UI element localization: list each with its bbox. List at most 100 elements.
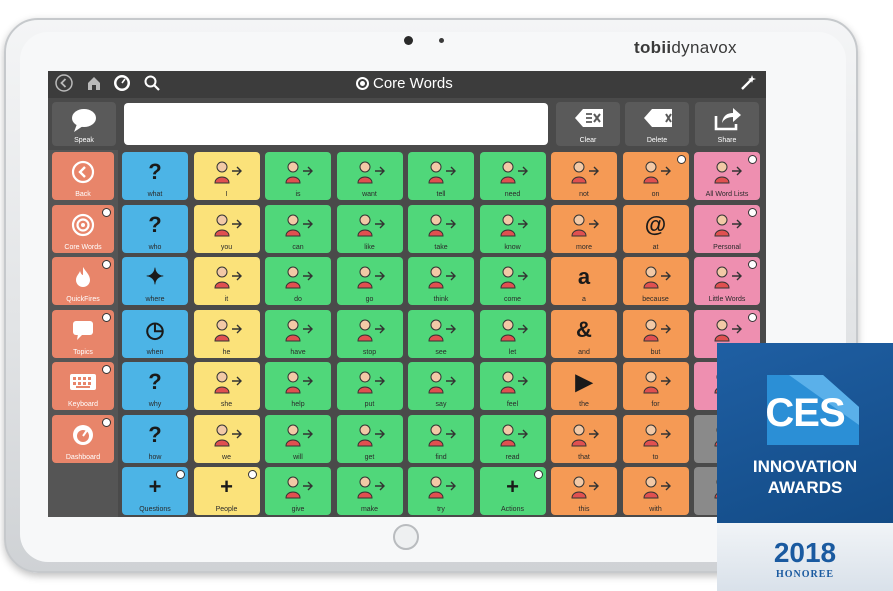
word-button-questions[interactable]: + Questions [122, 467, 188, 515]
ces-award-badge: CES INNOVATION AWARDS 2018 HONOREE [717, 343, 893, 591]
word-button-tell[interactable]: tell [408, 152, 474, 200]
clear-button[interactable]: Clear [556, 102, 620, 146]
home-icon[interactable] [84, 74, 104, 94]
word-button-to[interactable]: to [622, 414, 689, 463]
edit-wand-icon[interactable] [738, 74, 758, 94]
word-label: I [225, 191, 228, 198]
word-button-how[interactable]: ? how [122, 414, 188, 463]
word-button-little-words[interactable]: Little Words [694, 257, 760, 305]
word-button-can[interactable]: can [265, 204, 331, 253]
word-button-he[interactable]: he [193, 309, 260, 358]
word-label: like [364, 243, 375, 251]
word-button-we[interactable]: we [193, 414, 260, 463]
search-icon[interactable] [142, 74, 162, 94]
dashboard-icon[interactable] [112, 74, 132, 94]
word-picture-icon [408, 420, 474, 450]
brand-logo: tobiidynavox [634, 38, 737, 57]
word-label: for [651, 401, 660, 408]
word-label: give [291, 506, 305, 513]
word-button-know[interactable]: know [479, 204, 546, 253]
word-button-help[interactable]: help [265, 362, 331, 410]
word-picture-icon [194, 262, 260, 292]
word-button-will[interactable]: will [265, 414, 331, 463]
message-bar[interactable] [124, 103, 548, 145]
word-button-have[interactable]: have [265, 309, 331, 358]
word-button-is[interactable]: is [265, 152, 331, 200]
word-button-you[interactable]: you [193, 204, 260, 253]
word-label: help [291, 401, 305, 408]
word-picture-icon [551, 420, 617, 450]
word-button-on[interactable]: on [622, 152, 689, 200]
word-label: stop [362, 348, 377, 356]
word-button-get[interactable]: get [336, 414, 403, 463]
word-button-feel[interactable]: feel [479, 362, 546, 410]
tablet-home-button[interactable] [393, 524, 419, 550]
word-button-actions[interactable]: + Actions [479, 467, 546, 515]
word-button-because[interactable]: because [622, 257, 689, 305]
word-button-personal[interactable]: Personal [694, 204, 760, 253]
word-label: Personal [713, 243, 741, 251]
sidebar-item-dashboard[interactable]: Dashboard [52, 414, 114, 463]
delete-button[interactable]: Delete [625, 102, 689, 146]
word-label: take [434, 243, 448, 251]
sidebar-item-keyboard[interactable]: Keyboard [52, 362, 114, 410]
word-picture-icon [337, 315, 403, 345]
word-button-who[interactable]: ? who [122, 204, 188, 253]
sidebar-item-topics[interactable]: Topics [52, 309, 114, 358]
word-button-let[interactable]: let [479, 309, 546, 358]
word-button-put[interactable]: put [336, 362, 403, 410]
word-button-see[interactable]: see [408, 309, 474, 358]
word-button-stop[interactable]: stop [336, 309, 403, 358]
word-button-that[interactable]: that [551, 414, 617, 463]
share-button[interactable]: Share [695, 102, 759, 146]
word-button-come[interactable]: come [479, 257, 546, 305]
word-button-need[interactable]: need [479, 152, 546, 200]
light-sensor [439, 38, 444, 43]
word-button-find[interactable]: find [408, 414, 474, 463]
back-arrow-icon[interactable] [54, 74, 74, 94]
word-button-do[interactable]: do [265, 257, 331, 305]
word-button-this[interactable]: this [551, 467, 617, 515]
share-icon [714, 108, 741, 131]
word-button-when[interactable]: ◷ when [122, 309, 188, 358]
word-button-i[interactable]: I [193, 152, 260, 200]
word-picture-icon [408, 315, 474, 345]
word-button-think[interactable]: think [408, 257, 474, 305]
sidebar-item-label: Core Words [64, 243, 102, 251]
word-button-try[interactable]: try [408, 467, 474, 515]
word-button-say[interactable]: say [408, 362, 474, 410]
word-button-with[interactable]: with [622, 467, 689, 515]
word-button-like[interactable]: like [336, 204, 403, 253]
word-button-more[interactable]: more [551, 204, 617, 253]
sidebar-item-core-words[interactable]: Core Words [52, 204, 114, 253]
word-button-where[interactable]: ✦ where [122, 257, 188, 305]
word-button-a[interactable]: aa [551, 257, 617, 305]
word-label: this [578, 506, 590, 513]
word-button-why[interactable]: ? why [122, 362, 188, 410]
word-button-take[interactable]: take [408, 204, 474, 253]
word-button-it[interactable]: it [193, 257, 260, 305]
folder-link-icon [676, 155, 686, 164]
word-button-make[interactable]: make [336, 467, 403, 515]
word-button-what[interactable]: ? what [122, 152, 188, 200]
word-button-all-word-lists[interactable]: All Word Lists [694, 152, 760, 200]
word-button-and[interactable]: & and [551, 309, 617, 358]
word-button-for[interactable]: for [622, 362, 689, 410]
word-button-she[interactable]: she [193, 362, 260, 410]
folder-link-icon [102, 260, 111, 269]
word-button-give[interactable]: give [265, 467, 331, 515]
word-button-not[interactable]: not [551, 152, 617, 200]
word-button-go[interactable]: go [336, 257, 403, 305]
sidebar-item-back[interactable]: Back [52, 152, 114, 200]
word-label: because [642, 296, 669, 303]
sidebar-item-quickfires[interactable]: QuickFires [52, 257, 114, 305]
word-button-the[interactable]: ▶ the [551, 362, 617, 410]
word-symbol: a [577, 264, 591, 289]
word-picture-icon [551, 157, 617, 187]
word-button-people[interactable]: + People [193, 467, 260, 515]
word-button-read[interactable]: read [479, 414, 546, 463]
speak-button[interactable]: Speak [52, 102, 116, 146]
word-button-want[interactable]: want [336, 152, 403, 200]
word-button-at[interactable]: @ at [622, 204, 689, 253]
word-button-but[interactable]: but [622, 309, 689, 358]
